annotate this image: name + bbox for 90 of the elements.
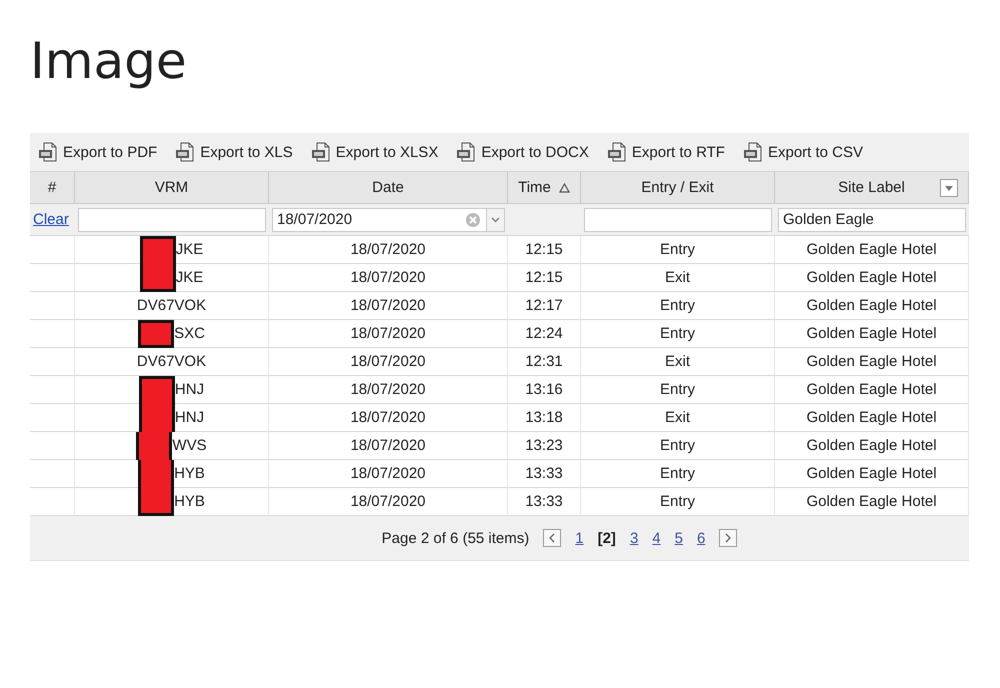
filter-field[interactable]: Golden Eagle (778, 208, 966, 232)
table-cell: Entry (660, 493, 695, 510)
dropdown-button[interactable] (486, 208, 504, 230)
previous-page-button[interactable] (543, 529, 562, 547)
table-cell: JKE (176, 269, 204, 286)
sort-ascending-icon[interactable] (558, 182, 570, 192)
table-cell: DV67VOK (136, 297, 206, 314)
export-button[interactable]: Export to XLSX (310, 142, 438, 162)
column-header[interactable]: Site Label (775, 172, 969, 204)
document-icon (175, 142, 196, 162)
table-cell: 18/07/2020 (350, 465, 426, 482)
table-cell: Entry (660, 437, 695, 454)
table-cell: Golden Eagle Hotel (806, 241, 937, 258)
table-cell: Golden Eagle Hotel (806, 297, 937, 314)
page-link[interactable]: 5 (674, 530, 683, 546)
table-cell: DV67VOK (136, 353, 206, 370)
table-cell: Entry (660, 465, 695, 482)
table-cell: Golden Eagle Hotel (806, 437, 937, 454)
table-cell: Entry (660, 297, 695, 314)
table-cell: Exit (664, 409, 690, 426)
table-cell: Golden Eagle Hotel (806, 465, 937, 482)
table-cell: HYB (174, 465, 205, 482)
table-cell: 12:15 (525, 269, 563, 286)
table-cell: SXC (174, 325, 205, 342)
table-cell: Entry (660, 325, 695, 342)
table-cell: Exit (664, 353, 690, 370)
table-cell: 18/07/2020 (350, 437, 426, 454)
column-header[interactable]: VRM (75, 172, 269, 204)
column-header[interactable]: # (30, 172, 75, 204)
page-link[interactable]: 1 (575, 530, 584, 546)
table-cell: 18/07/2020 (350, 381, 426, 398)
table-cell: 12:17 (525, 297, 563, 314)
filter-menu-button[interactable] (940, 179, 958, 197)
document-icon (456, 142, 476, 162)
document-icon (310, 142, 331, 162)
export-button[interactable]: Export to RTF (606, 142, 725, 162)
table-cell: 12:31 (525, 353, 563, 370)
table-cell: HNJ (174, 381, 204, 398)
page-link[interactable]: [2] (598, 530, 616, 546)
table-cell: HYB (174, 493, 205, 510)
table-cell: 18/07/2020 (350, 241, 426, 258)
table-cell: Entry (660, 381, 695, 398)
clear-link[interactable]: Clear (33, 211, 69, 228)
next-page-button[interactable] (719, 529, 738, 547)
table-cell: 18/07/2020 (350, 269, 426, 286)
export-button[interactable]: Export to XLS (175, 142, 293, 162)
table-cell: Golden Eagle Hotel (806, 269, 937, 286)
table-cell: 18/07/2020 (350, 297, 426, 314)
table-cell: JKE (176, 241, 204, 258)
page-summary: Page 2 of 6 (55 items) (382, 530, 530, 546)
document-icon (742, 142, 763, 162)
table-cell: 18/07/2020 (350, 353, 426, 370)
document-icon (38, 142, 58, 162)
table-cell: 18/07/2020 (350, 493, 426, 510)
table-cell: 13:18 (525, 409, 563, 426)
table-cell: Golden Eagle Hotel (806, 325, 937, 342)
caret-icon (945, 186, 953, 190)
date-filter-field[interactable]: 18/07/2020 (272, 208, 505, 232)
table-cell: 12:15 (525, 241, 563, 258)
document-icon (606, 142, 627, 162)
page-link[interactable]: 3 (630, 530, 638, 546)
column-header[interactable]: Date (269, 172, 508, 204)
chevron-down-icon (491, 216, 500, 222)
table-cell: Golden Eagle Hotel (806, 493, 937, 510)
table-cell: 13:33 (525, 465, 563, 482)
page-link[interactable]: 6 (696, 530, 706, 546)
table-cell: 12:24 (525, 325, 563, 342)
export-button[interactable]: Export to PDF (38, 142, 158, 162)
table-cell: 18/07/2020 (350, 409, 426, 426)
table-cell: Entry (660, 241, 695, 258)
export-button[interactable]: Export to DOCX (456, 142, 589, 162)
export-button[interactable]: Export to CSV (742, 142, 864, 162)
table-cell: 13:33 (525, 493, 563, 510)
table-cell: HNJ (174, 409, 204, 426)
table-cell: 13:23 (525, 437, 563, 454)
table-cell: Golden Eagle Hotel (806, 381, 937, 398)
chevron-left-icon (548, 533, 556, 543)
page-link[interactable]: 4 (652, 530, 661, 546)
page-title: Image (30, 31, 187, 92)
table-cell: 18/07/2020 (350, 325, 426, 342)
table-cell: Exit (664, 269, 690, 286)
table-cell: WVS (172, 437, 207, 454)
column-header[interactable]: Time (508, 172, 581, 204)
column-header[interactable]: Entry / Exit (581, 172, 775, 204)
table-cell: 13:16 (525, 381, 563, 398)
filter-field[interactable] (584, 208, 772, 232)
table-cell: Golden Eagle Hotel (806, 409, 937, 426)
table-cell: Golden Eagle Hotel (806, 353, 937, 370)
chevron-right-icon (724, 533, 732, 543)
filter-field[interactable] (78, 208, 266, 232)
